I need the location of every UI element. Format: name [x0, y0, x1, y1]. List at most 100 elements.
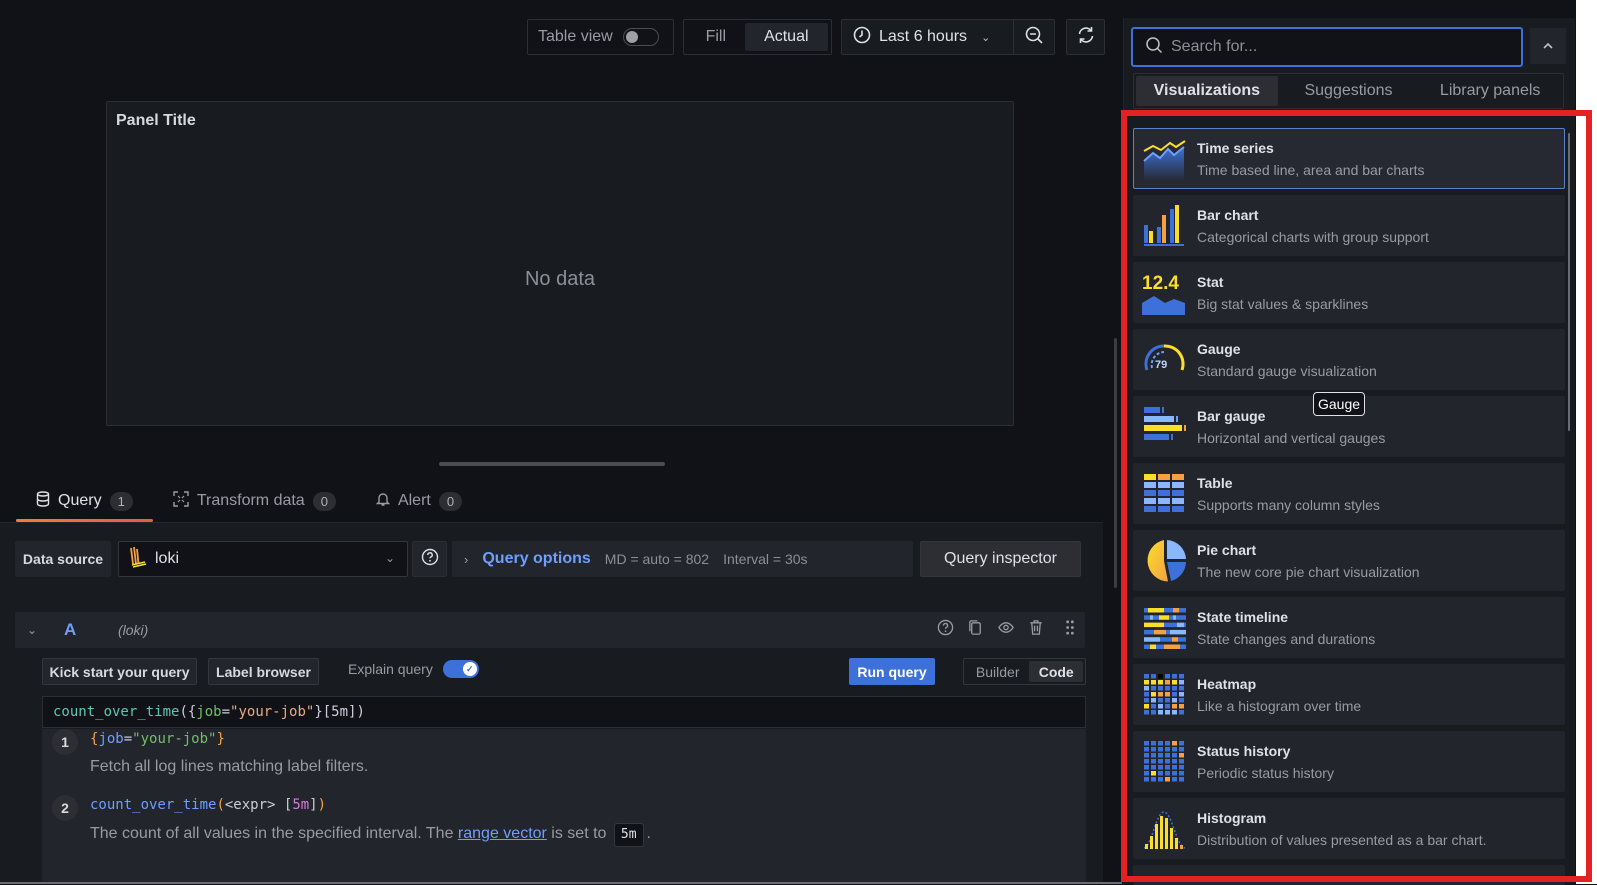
query-options-toggle[interactable]: › Query options MD = auto = 802 Interval…	[452, 541, 913, 577]
query-row-header[interactable]: ⌄ A (loki)	[15, 612, 1085, 648]
visualization-list-scrollbar[interactable]	[1568, 133, 1570, 431]
expr-function: count_over_time	[90, 797, 217, 813]
step-number: 1	[52, 729, 78, 755]
data-source-select[interactable]: loki ⌄	[118, 541, 408, 577]
tab-query[interactable]: Query 1	[16, 484, 153, 522]
collapse-picker-button[interactable]	[1530, 28, 1566, 64]
query-inspector-button[interactable]: Query inspector	[920, 541, 1081, 577]
bell-icon	[375, 491, 391, 512]
tab-alert[interactable]: Alert 0	[356, 484, 482, 518]
resize-splitter-handle[interactable]	[439, 462, 665, 466]
explain-query-toggle[interactable]: Explain query ✓	[348, 660, 479, 678]
query-datasource-name: (loki)	[118, 622, 149, 638]
table-view-switch[interactable]	[622, 28, 659, 46]
check-icon: ✓	[462, 662, 477, 676]
vis-description: Standard gauge visualization	[1197, 362, 1377, 379]
desc-text: is set to	[546, 825, 611, 842]
step-expression: {job="your-job"}	[90, 729, 368, 749]
code-mode-button[interactable]: Code	[1029, 661, 1083, 682]
table-view-toggle[interactable]: Table view	[527, 19, 674, 55]
label-browser-button[interactable]: Label browser	[208, 658, 319, 685]
vis-name: Status history	[1197, 742, 1291, 759]
refresh-icon	[1076, 25, 1096, 50]
query-code-editor[interactable]: count_over_time({job = "your-job"}[5m])	[42, 696, 1086, 728]
bar-chart-icon	[1144, 205, 1184, 246]
editor-mode-toggle: Builder Code	[963, 658, 1086, 685]
table-view-label: Table view	[538, 28, 613, 45]
data-source-help-button[interactable]	[412, 541, 447, 577]
collapse-chevron-icon[interactable]: ⌄	[27, 623, 47, 637]
vis-item-gauge[interactable]: 79 Gauge Standard gauge visualization	[1133, 329, 1565, 390]
refresh-button[interactable]	[1066, 19, 1105, 55]
visualization-search[interactable]	[1131, 27, 1523, 67]
expr-bracket: [	[275, 797, 293, 813]
step-description: The count of all values in the specified…	[90, 823, 651, 847]
data-source-label: Data source	[15, 541, 111, 577]
code-close: }[5m])	[314, 704, 365, 720]
panel-preview[interactable]: Panel Title No data	[106, 101, 1014, 426]
state-timeline-icon	[1144, 608, 1186, 649]
panel-title: Panel Title	[116, 112, 196, 129]
expr-bracket: ]	[309, 797, 318, 813]
kick-start-query-button[interactable]: Kick start your query	[42, 658, 197, 685]
tab-library-panels[interactable]: Library panels	[1419, 76, 1561, 106]
stat-icon-value: 12.4	[1142, 273, 1179, 294]
fill-button[interactable]: Fill	[687, 23, 745, 51]
tab-alert-label: Alert	[397, 492, 431, 509]
eye-icon[interactable]	[997, 619, 1015, 641]
vis-item-bar-chart[interactable]: Bar chart Categorical charts with group s…	[1133, 195, 1565, 256]
window-edge	[1576, 0, 1597, 884]
vis-item-state-timeline[interactable]: State timeline State changes and duration…	[1133, 597, 1565, 658]
step-expression: count_over_time(<expr> [5m])	[90, 795, 651, 815]
query-options-interval: Interval = 30s	[723, 551, 808, 567]
query-options-md: MD = auto = 802	[604, 551, 710, 567]
time-series-icon	[1143, 140, 1186, 181]
step-description: Fetch all log lines matching label filte…	[90, 758, 369, 775]
vis-item-histogram[interactable]: Histogram Distribution of values presente…	[1133, 798, 1565, 859]
vis-item-heatmap[interactable]: Heatmap Like a histogram over time	[1133, 664, 1565, 725]
zoom-out-button[interactable]	[1013, 19, 1055, 55]
vis-item-pie-chart[interactable]: Pie chart The new core pie chart visualiz…	[1133, 530, 1565, 591]
vis-item-table[interactable]: Table Supports many column styles	[1133, 463, 1565, 524]
query-explanation: 1 {job="your-job"} Fetch all log lines m…	[42, 729, 1086, 884]
vis-item-stat[interactable]: 12.4 Stat Big stat values & sparklines	[1133, 262, 1565, 323]
vis-description: Periodic status history	[1197, 764, 1334, 781]
vis-name: Stat	[1197, 273, 1224, 290]
expr-range: 5m	[292, 797, 310, 813]
vis-item-time-series[interactable]: Time series Time based line, area and bar…	[1133, 128, 1565, 189]
time-range-picker[interactable]: Last 6 hours ⌄	[841, 19, 1014, 55]
expr-value: "your-job"	[132, 731, 217, 747]
chevron-down-icon: ⌄	[981, 31, 991, 44]
explain-query-switch[interactable]: ✓	[442, 660, 479, 678]
trash-icon[interactable]	[1028, 619, 1044, 641]
run-query-button[interactable]: Run query	[849, 658, 935, 685]
transform-icon	[173, 490, 189, 512]
duplicate-icon[interactable]	[967, 619, 984, 641]
table-icon	[1144, 474, 1184, 512]
tab-transform-data[interactable]: Transform data 0	[153, 484, 356, 518]
range-vector-link[interactable]: range vector	[458, 825, 547, 842]
builder-mode-button[interactable]: Builder	[966, 661, 1029, 682]
heatmap-icon	[1144, 674, 1184, 715]
tab-visualizations[interactable]: Visualizations	[1136, 76, 1278, 106]
help-icon	[421, 548, 439, 571]
drag-handle-icon[interactable]	[1065, 619, 1075, 641]
tab-suggestions[interactable]: Suggestions	[1278, 76, 1420, 106]
vis-item-status-history[interactable]: Status history Periodic status history	[1133, 731, 1565, 792]
expr-paren: )	[317, 797, 327, 813]
editor-scrollbar[interactable]	[1114, 338, 1117, 588]
desc-text: .	[646, 825, 651, 842]
vis-item-next[interactable]	[1133, 865, 1565, 885]
help-icon[interactable]	[937, 619, 954, 641]
clock-icon	[853, 26, 871, 49]
status-history-icon	[1144, 741, 1184, 782]
time-range-label: Last 6 hours	[879, 28, 968, 45]
tab-query-count: 1	[109, 491, 133, 511]
database-icon	[36, 490, 50, 512]
editor-tabs: Query 1 Transform data 0 Alert 0	[16, 484, 482, 522]
query-ref-id[interactable]: A	[64, 620, 118, 640]
visualization-search-input[interactable]	[1171, 38, 1501, 56]
actual-button[interactable]: Actual	[744, 23, 828, 51]
vis-description: Time based line, area and bar charts	[1197, 161, 1425, 178]
fill-actual-toggle: Fill Actual	[683, 19, 832, 55]
